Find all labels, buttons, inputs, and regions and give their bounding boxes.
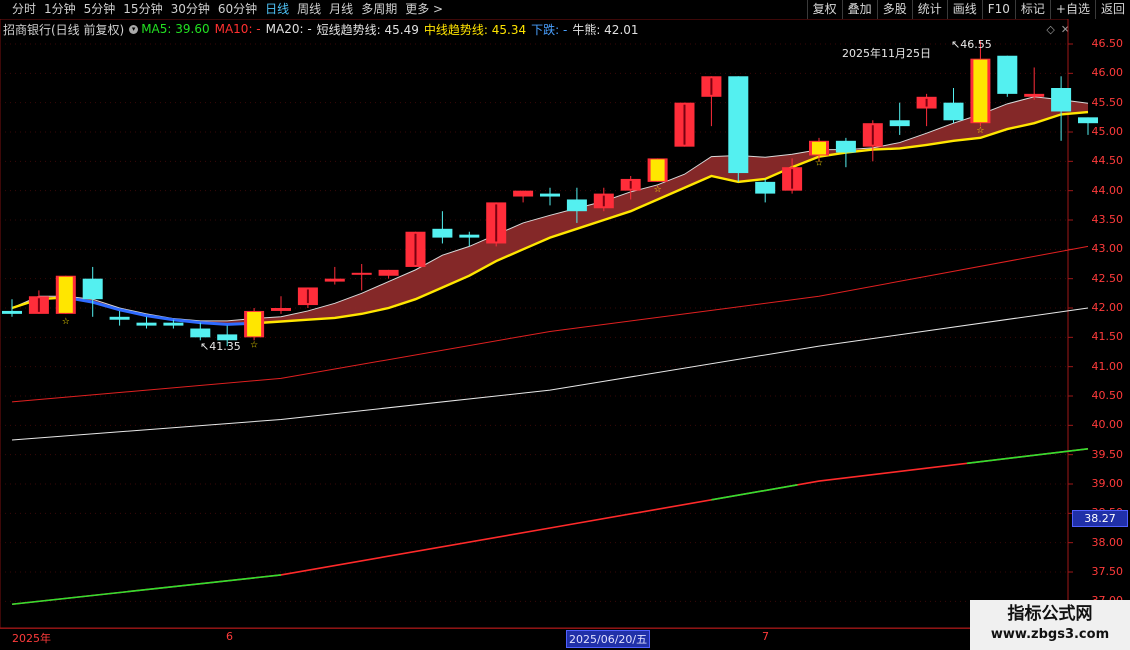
toolbar-button-3[interactable]: 统计 <box>911 0 947 19</box>
signal-star-icon: ☆ <box>654 185 662 195</box>
toolbar-button-7[interactable]: +自选 <box>1049 0 1095 19</box>
signal-candle-body <box>812 141 826 155</box>
tab-0[interactable]: 分时 <box>8 0 40 19</box>
signal-star-icon: ☆ <box>815 158 823 168</box>
y-tick-label: 40.00 <box>1091 418 1124 432</box>
y-tick-label: 42.50 <box>1091 271 1124 285</box>
tab-10[interactable]: 更多 > <box>401 0 447 19</box>
y-tick-label: 44.00 <box>1091 183 1124 197</box>
tab-8[interactable]: 月线 <box>325 0 357 19</box>
y-tick-label: 43.50 <box>1091 213 1124 226</box>
y-tick-label: 45.00 <box>1091 125 1124 138</box>
y-tick-label: 40.50 <box>1091 389 1124 402</box>
candle-body-down <box>432 228 453 238</box>
candle-body-up <box>378 269 399 276</box>
period-tabs: 分时 1分钟 5分钟 15分钟 30分钟 60分钟 日线 周线 月线 多周期 更多 > <box>0 0 447 19</box>
candle-body-down <box>459 234 480 238</box>
low-mark: ↖41.35 <box>200 340 241 353</box>
y-tick-label: 43.00 <box>1091 242 1124 256</box>
toolbar-button-0[interactable]: 复权 <box>806 0 842 19</box>
candle-body-down <box>755 181 776 194</box>
y-tick-label: 37.50 <box>1091 565 1124 578</box>
watermark-title: 指标公式网 <box>1007 604 1093 624</box>
signal-candle-body <box>247 311 262 337</box>
y-tick-label: 42.00 <box>1091 301 1124 314</box>
high-mark-value: 46.55 <box>960 38 992 51</box>
tab-3[interactable]: 15分钟 <box>119 0 166 19</box>
x-label-month-6: 6 <box>226 630 233 643</box>
candle-body-down <box>1051 88 1072 112</box>
candle-body-down <box>82 278 103 300</box>
candle-body-down <box>136 322 157 326</box>
down-trend-line <box>65 295 255 326</box>
y-tick-label: 44.50 <box>1091 154 1124 168</box>
y-tick-label: 39.50 <box>1091 447 1124 461</box>
short-trend-line <box>11 96 1089 322</box>
y-tick-label: 46.00 <box>1091 66 1124 80</box>
chart-frame <box>0 19 1069 629</box>
y-tick-label: 46.50 <box>1091 37 1124 50</box>
y-tick-label: 38.00 <box>1091 535 1124 549</box>
candle-body-down <box>728 76 749 174</box>
low-mark-value: 41.35 <box>209 340 241 353</box>
top-toolbar: 分时 1分钟 5分钟 15分钟 30分钟 60分钟 日线 周线 月线 多周期 更多 > 复权 叠加 多股… <box>0 0 1130 19</box>
y-tick-label: 39.00 <box>1091 477 1124 490</box>
date-annotation: 2025年11月25日 <box>842 47 931 60</box>
bottom-line <box>11 448 1089 606</box>
cursor-date-tag: 2025/06/20/五 <box>566 630 651 648</box>
bottom-line-green-mid <box>711 484 798 501</box>
tab-1[interactable]: 1分钟 <box>40 0 80 19</box>
signal-candle-body <box>58 276 73 313</box>
signal-star-icon: ☆ <box>250 340 258 350</box>
candle-body-down <box>2 310 22 314</box>
bottom-line-green-start <box>11 574 282 606</box>
x-label-year: 2025年 <box>12 632 51 645</box>
current-price-tag: 38.27 <box>1072 510 1128 527</box>
kline-chart[interactable]: ☆ ☆ ☆ ☆ ☆ <box>0 19 1130 629</box>
toolbar-buttons: 复权 叠加 多股 统计 画线 F10 标记 +自选 返回 <box>806 0 1130 19</box>
candle-body-down <box>889 120 910 127</box>
candle-body-down <box>943 102 964 121</box>
toolbar-button-4[interactable]: 画线 <box>946 0 982 19</box>
signal-candle-body <box>650 159 665 181</box>
signal-candle-body <box>973 59 988 123</box>
x-label-month-7: 7 <box>762 630 769 643</box>
candle-body-down <box>1078 117 1098 124</box>
toolbar-button-2[interactable]: 多股 <box>876 0 912 19</box>
candle-body-up <box>271 308 291 311</box>
y-tick-label: 45.50 <box>1091 95 1124 109</box>
candle-body-down <box>109 316 130 320</box>
date-axis: 2025年 6 7 <box>0 629 1068 650</box>
tab-4[interactable]: 30分钟 <box>167 0 214 19</box>
y-tick-label: 41.50 <box>1091 330 1124 344</box>
candle-body-down <box>566 199 587 212</box>
signal-star-icon: ☆ <box>976 126 984 136</box>
candle-body-down <box>540 193 560 197</box>
toolbar-button-1[interactable]: 叠加 <box>841 0 877 19</box>
candle-body-up <box>513 190 534 197</box>
toolbar-button-6[interactable]: 标记 <box>1014 0 1050 19</box>
signal-star-icon: ☆ <box>62 317 70 327</box>
candle-body-up <box>324 278 345 282</box>
trend-ribbon <box>12 96 1088 325</box>
candle-body-up <box>1024 93 1045 97</box>
y-tick-label: 41.00 <box>1091 359 1124 373</box>
tab-9[interactable]: 多周期 <box>357 0 401 19</box>
tab-7[interactable]: 周线 <box>293 0 325 19</box>
candle-body-down <box>190 328 211 338</box>
tab-5[interactable]: 60分钟 <box>214 0 261 19</box>
toolbar-button-5[interactable]: F10 <box>981 0 1015 19</box>
high-mark: ↖46.55 <box>951 38 992 51</box>
watermark: 指标公式网 www.zbgs3.com <box>970 600 1130 650</box>
candle-body-down <box>997 55 1018 94</box>
bottom-line-green-end <box>966 448 1089 465</box>
toolbar-button-8[interactable]: 返回 <box>1094 0 1130 19</box>
watermark-url: www.zbgs3.com <box>990 627 1110 642</box>
candle-body-down <box>163 322 184 326</box>
candle-body-down <box>835 140 856 153</box>
tab-6[interactable]: 日线 <box>261 0 293 19</box>
tab-2[interactable]: 5分钟 <box>80 0 120 19</box>
candle-body-up <box>351 272 372 275</box>
